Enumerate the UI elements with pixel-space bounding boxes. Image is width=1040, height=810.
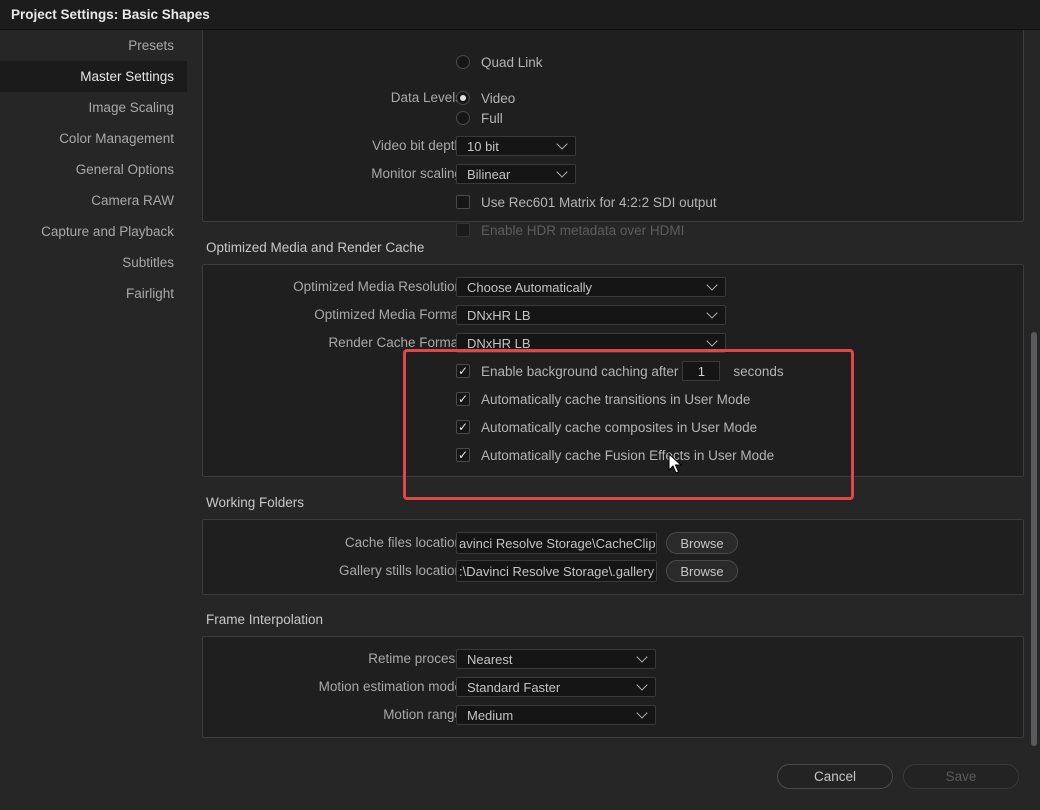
gallery-location-label: Gallery stills location (338, 563, 462, 578)
data-levels-video-label: Video (481, 90, 516, 106)
motion-range-value: Medium (467, 707, 514, 723)
sidebar-item-capture-playback[interactable]: Capture and Playback (0, 216, 187, 247)
motion-range-dropdown[interactable]: Medium (456, 705, 656, 725)
chevron-down-icon (706, 307, 718, 319)
bit-depth-dropdown[interactable]: 10 bit (456, 136, 576, 156)
data-levels-full-label: Full (481, 110, 503, 126)
settings-sidebar: Presets Master Settings Image Scaling Co… (0, 30, 187, 810)
data-levels-video-radio[interactable] (456, 91, 470, 105)
data-levels-full-radio[interactable] (456, 111, 470, 125)
chevron-down-icon (636, 679, 648, 691)
chevron-down-icon (556, 166, 568, 178)
cache-composites-label: Automatically cache composites in User M… (481, 419, 758, 435)
optimized-resolution-value: Choose Automatically (467, 279, 593, 295)
title-bar: Project Settings: Basic Shapes (0, 0, 1040, 30)
sidebar-item-image-scaling[interactable]: Image Scaling (0, 92, 187, 123)
optimized-media-panel: Optimized Media Resolution Choose Automa… (202, 264, 1024, 477)
chevron-down-icon (706, 279, 718, 291)
quad-link-radio[interactable] (456, 55, 470, 69)
motion-range-label: Motion range (383, 707, 462, 722)
chevron-down-icon (636, 651, 648, 663)
bit-depth-label: Video bit depth (372, 138, 462, 153)
sidebar-item-master-settings[interactable]: Master Settings (0, 61, 187, 92)
monitor-scaling-label: Monitor scaling (371, 166, 462, 181)
bg-cache-seconds-input[interactable]: 1 (682, 361, 721, 381)
render-cache-format-value: DNxHR LB (467, 335, 531, 351)
render-cache-format-label: Render Cache Format (328, 335, 462, 350)
hdr-metadata-label: Enable HDR metadata over HDMI (481, 222, 685, 238)
bg-cache-label: Enable background caching after (481, 363, 679, 379)
cache-transitions-checkbox[interactable]: ✓ (456, 392, 470, 406)
content-scrollbar[interactable] (1029, 30, 1040, 760)
hdr-metadata-checkbox (456, 223, 470, 237)
save-button: Save (903, 764, 1019, 789)
optimized-format-value: DNxHR LB (467, 307, 531, 323)
cancel-button[interactable]: Cancel (777, 764, 893, 789)
data-levels-label: Data Levels (390, 90, 462, 105)
retime-process-dropdown[interactable]: Nearest (456, 649, 656, 669)
bg-cache-checkbox[interactable]: ✓ (456, 364, 470, 378)
sidebar-item-general-options[interactable]: General Options (0, 154, 187, 185)
optimized-format-label: Optimized Media Format (314, 307, 462, 322)
monitor-scaling-dropdown[interactable]: Bilinear (456, 164, 576, 184)
frame-interpolation-panel: Retime process Nearest Motion estimation… (202, 636, 1024, 738)
retime-process-label: Retime process (368, 651, 462, 666)
bit-depth-value: 10 bit (467, 138, 499, 154)
cache-browse-button[interactable]: Browse (666, 532, 738, 554)
motion-estimation-label: Motion estimation mode (318, 679, 462, 694)
sidebar-item-camera-raw[interactable]: Camera RAW (0, 185, 187, 216)
render-cache-format-dropdown[interactable]: DNxHR LB (456, 333, 726, 353)
sidebar-item-subtitles[interactable]: Subtitles (0, 247, 187, 278)
chevron-down-icon (556, 138, 568, 150)
sidebar-item-fairlight[interactable]: Fairlight (0, 278, 187, 309)
frame-interpolation-title: Frame Interpolation (206, 612, 324, 627)
quad-link-label: Quad Link (481, 54, 543, 70)
chevron-down-icon (706, 335, 718, 347)
settings-content: Quad Link Data Levels Video Full Video b… (187, 30, 1040, 760)
sidebar-item-color-management[interactable]: Color Management (0, 123, 187, 154)
optimized-resolution-label: Optimized Media Resolution (293, 279, 462, 294)
rec601-label: Use Rec601 Matrix for 4:2:2 SDI output (481, 194, 717, 210)
video-output-panel: Quad Link Data Levels Video Full Video b… (202, 30, 1024, 238)
chevron-down-icon (636, 707, 648, 719)
cache-composites-checkbox[interactable]: ✓ (456, 420, 470, 434)
cache-location-field[interactable]: avinci Resolve Storage\CacheClip (456, 532, 657, 554)
gallery-location-field[interactable]: :\Davinci Resolve Storage\.gallery (456, 560, 657, 582)
scrollbar-thumb[interactable] (1031, 332, 1037, 746)
optimized-media-title: Optimized Media and Render Cache (206, 240, 425, 255)
motion-estimation-value: Standard Faster (467, 679, 561, 695)
mouse-cursor-icon (668, 453, 682, 474)
cache-fusion-checkbox[interactable]: ✓ (456, 448, 470, 462)
cache-transitions-label: Automatically cache transitions in User … (481, 391, 751, 407)
motion-estimation-dropdown[interactable]: Standard Faster (456, 677, 656, 697)
sidebar-item-presets[interactable]: Presets (0, 30, 187, 61)
window-title: Project Settings: Basic Shapes (11, 7, 210, 22)
working-folders-panel: Cache files location avinci Resolve Stor… (202, 519, 1024, 595)
monitor-scaling-value: Bilinear (467, 166, 511, 182)
optimized-resolution-dropdown[interactable]: Choose Automatically (456, 277, 726, 297)
rec601-checkbox[interactable] (456, 195, 470, 209)
bg-cache-unit: seconds (733, 363, 784, 379)
retime-process-value: Nearest (467, 651, 513, 667)
optimized-format-dropdown[interactable]: DNxHR LB (456, 305, 726, 325)
gallery-browse-button[interactable]: Browse (666, 560, 738, 582)
cache-fusion-label: Automatically cache Fusion Effects in Us… (481, 447, 775, 463)
cache-location-label: Cache files location (344, 535, 462, 550)
working-folders-title: Working Folders (206, 495, 305, 510)
